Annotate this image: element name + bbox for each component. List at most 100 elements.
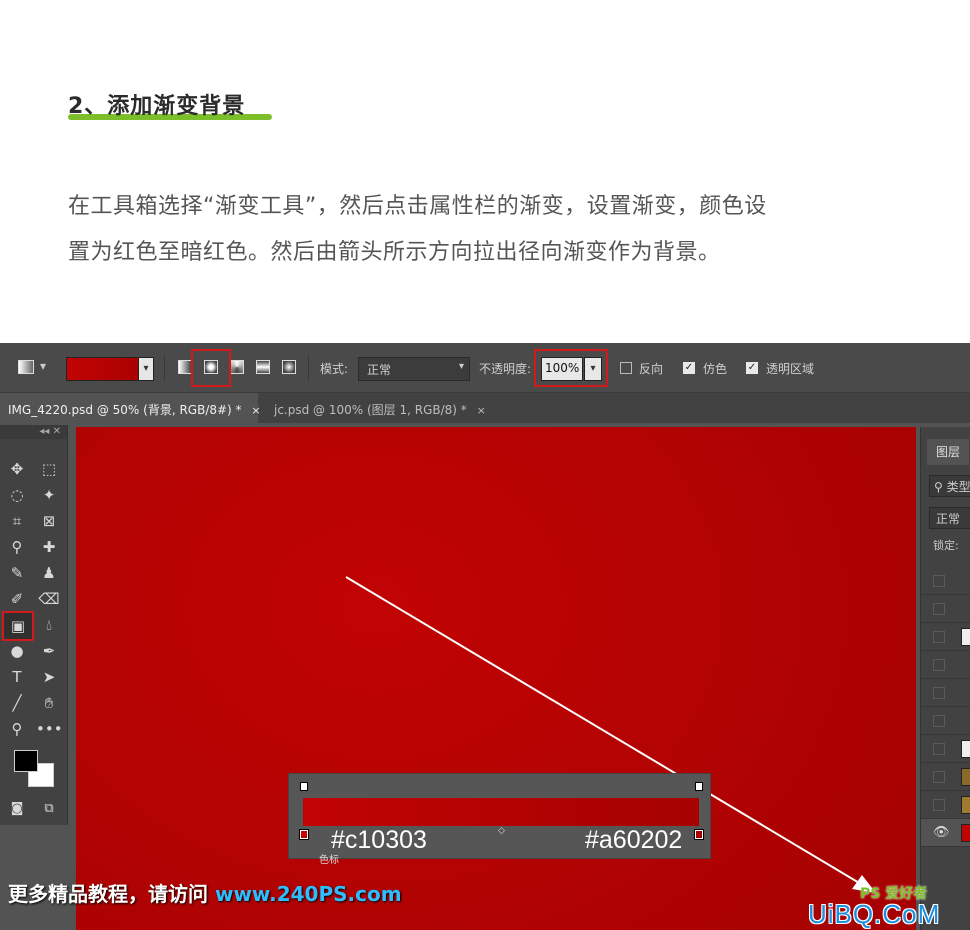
radial-highlight-box [191,349,231,387]
toolbox: ◂◂ ✕ ✥ ⬚ ◌ ✦ ⌗ ⊠ ⚲ ✚ ✎ ♟ ✐ ⌫ ▣ 💧︎ ● ✒ T … [0,425,68,825]
tab-label: IMG_4220.psd @ 50% (背景, RGB/8#) * [8,403,242,417]
more-tools-icon[interactable]: ••• [36,717,63,741]
line-tool-icon[interactable]: ╱ [4,691,30,715]
tab-img-4220[interactable]: IMG_4220.psd @ 50% (背景, RGB/8#) * × [0,393,261,423]
color-stop-left[interactable] [299,829,309,840]
layer-filter-placeholder: 类型 [946,480,970,494]
color-stop-right[interactable] [694,829,704,840]
gradient-editor-callout: ◇ #c10303 #a60202 色标 [288,773,711,866]
visibility-toggle[interactable] [933,799,945,811]
layers-panel: 图层 ⚲ 类型 正常 锁定: 👁︎ [920,427,970,930]
visibility-toggle[interactable] [933,715,945,727]
mode-label: 模式: [320,362,349,376]
layer-thumbnail [961,628,970,646]
zoom-tool-icon[interactable]: ⚲ [4,717,30,741]
left-color-hex: #c10303 [331,826,427,854]
marquee-tool-icon[interactable]: ⬚ [36,457,62,481]
right-color-hex: #a60202 [585,826,683,854]
screen-mode-icon[interactable]: ⧉ [36,797,62,821]
mode-value: 正常 [367,363,392,377]
gradient-picker-dropdown[interactable]: ▾ [138,357,154,381]
divider [308,355,309,381]
chevron-down-icon[interactable]: ▾ [40,359,46,373]
healing-brush-tool-icon[interactable]: ✚ [36,535,62,559]
crop-tool-icon[interactable]: ⌗ [4,509,30,533]
clone-stamp-tool-icon[interactable]: ♟ [36,561,62,585]
reflected-gradient-button[interactable] [256,360,270,374]
search-icon: ⚲ [934,480,943,494]
opacity-highlight-box [534,349,608,387]
mode-select[interactable]: 正常 ▾ [358,357,470,381]
layer-row[interactable] [921,763,970,791]
diamond-gradient-button[interactable] [282,360,296,374]
reverse-label: 反向 [639,362,664,376]
layer-thumbnail [961,768,970,786]
layer-row[interactable] [921,623,970,651]
document-tab-bar: IMG_4220.psd @ 50% (背景, RGB/8#) * × jc.p… [0,393,970,423]
midpoint-diamond-icon[interactable]: ◇ [498,826,505,836]
move-tool-icon[interactable]: ✥ [4,457,30,481]
visibility-toggle[interactable] [933,659,945,671]
options-bar: ▾ ▾ 模式: 正常 ▾ 不透明度: 100% ▾ 反向 ✓ 仿色 ✓ 透明区域 [0,343,970,393]
close-icon[interactable]: × [477,404,486,417]
type-tool-icon[interactable]: T [4,665,30,689]
lasso-tool-icon[interactable]: ◌ [4,483,30,507]
brush-tool-icon[interactable]: ✎ [4,561,30,585]
stop-label: 色标 [319,855,339,866]
history-brush-tool-icon[interactable]: ✐ [4,587,30,611]
magic-wand-tool-icon[interactable]: ✦ [36,483,62,507]
opacity-stop-right[interactable] [695,782,703,791]
opacity-label: 不透明度: [479,362,532,376]
close-icon[interactable]: × [251,404,260,417]
angle-gradient-button[interactable] [230,360,244,374]
layer-row[interactable] [921,651,970,679]
transparency-checkbox[interactable]: ✓ [746,362,758,374]
section-heading-wrap: 2、添加渐变背景 [68,88,272,120]
visibility-toggle[interactable] [933,631,945,643]
visibility-toggle[interactable] [933,743,945,755]
tab-layers[interactable]: 图层 [927,439,969,465]
opacity-stop-left[interactable] [300,782,308,791]
eraser-tool-icon[interactable]: ⌫ [36,587,62,611]
reverse-checkbox[interactable] [620,362,632,374]
path-selection-tool-icon[interactable]: ➤ [36,665,62,689]
layer-row[interactable] [921,735,970,763]
promo-text: 更多精品教程，请访问 [8,882,215,906]
linear-gradient-button[interactable] [178,360,192,374]
layer-filter-input[interactable]: ⚲ 类型 [929,475,970,497]
layer-row[interactable] [921,679,970,707]
pen-tool-icon[interactable]: ✒ [36,639,62,663]
foreground-color-swatch[interactable] [14,750,38,772]
paragraph-line-2: 置为红色至暗红色。然后由箭头所示方向拉出径向渐变作为背景。 [68,240,721,265]
dither-checkbox[interactable]: ✓ [683,362,695,374]
visibility-toggle[interactable] [933,603,945,615]
layer-row[interactable] [921,707,970,735]
promo-url: www.240PS.com [214,882,402,906]
layer-row[interactable] [921,567,970,595]
lock-label: 锁定: [933,539,959,552]
layer-row[interactable] [921,791,970,819]
blur-tool-icon[interactable]: 💧︎ [36,613,62,637]
tab-jc[interactable]: jc.psd @ 100% (图层 1, RGB/8) * × [266,393,494,423]
visibility-toggle[interactable] [933,771,945,783]
gradient-tool-preset-icon[interactable] [18,360,34,374]
toolbox-header[interactable]: ◂◂ ✕ [0,425,67,439]
layer-blend-mode-select[interactable]: 正常 [929,507,970,529]
visibility-toggle[interactable] [933,575,945,587]
eye-icon[interactable]: 👁︎ [933,825,950,840]
layer-row-background[interactable]: 👁︎ [921,819,970,847]
layer-thumbnail [961,824,970,842]
gradient-bar [303,798,699,826]
gradient-tool-icon[interactable]: ▣ [2,611,34,641]
dither-label: 仿色 [703,362,728,376]
layer-row[interactable] [921,595,970,623]
frame-tool-icon[interactable]: ⊠ [36,509,62,533]
quick-mask-icon[interactable]: ◙ [4,797,30,821]
article-section: 2、添加渐变背景 在工具箱选择“渐变工具”，然后点击属性栏的渐变，设置渐变，颜色… [0,0,970,343]
eyedropper-tool-icon[interactable]: ⚲ [4,535,30,559]
dodge-tool-icon[interactable]: ● [4,639,30,663]
hand-tool-icon[interactable]: ✋︎ [36,691,62,715]
visibility-toggle[interactable] [933,687,945,699]
chevron-down-icon: ▾ [458,361,464,372]
tab-label: jc.psd @ 100% (图层 1, RGB/8) * [274,403,467,417]
